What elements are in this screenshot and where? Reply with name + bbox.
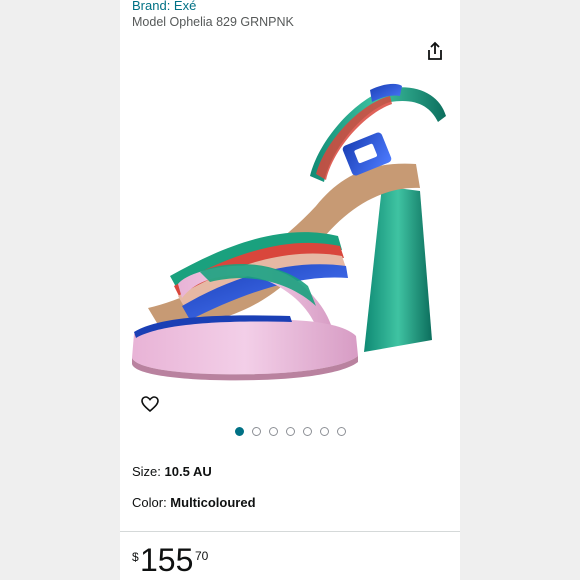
share-button[interactable] [424,40,446,62]
gallery-dot[interactable] [302,427,312,436]
size-selector[interactable]: Size: 10.5 AU [132,464,212,479]
price-currency: $ [132,550,139,564]
brand-link[interactable]: Brand: Exé [132,0,196,13]
gallery-dot[interactable] [319,427,329,436]
gallery-dot[interactable] [336,427,346,436]
color-selector[interactable]: Color: Multicoloured [132,495,256,510]
share-icon [428,41,442,60]
gallery-indicator [120,427,460,439]
model-text: Model Ophelia 829 GRNPNK [132,15,294,29]
gallery-dot[interactable] [268,427,278,436]
product-image-gallery[interactable] [120,36,460,446]
product-image [132,83,446,381]
size-value: 10.5 AU [164,464,212,479]
gallery-dot[interactable] [234,427,244,436]
product-page: Brand: Exé Model Ophelia 829 GRNPNK Size… [120,0,460,580]
gallery-dot[interactable] [285,427,295,436]
heart-icon [141,396,159,413]
size-label: Size: [132,464,165,479]
price-fraction: 70 [195,549,209,563]
wishlist-button[interactable] [136,390,164,418]
divider [120,531,460,532]
color-label: Color: [132,495,171,510]
color-value: Multicoloured [170,495,256,510]
left-backdrop [0,0,120,580]
right-backdrop [460,0,580,580]
gallery-dot[interactable] [251,427,261,436]
price-whole: 155 [140,542,194,578]
